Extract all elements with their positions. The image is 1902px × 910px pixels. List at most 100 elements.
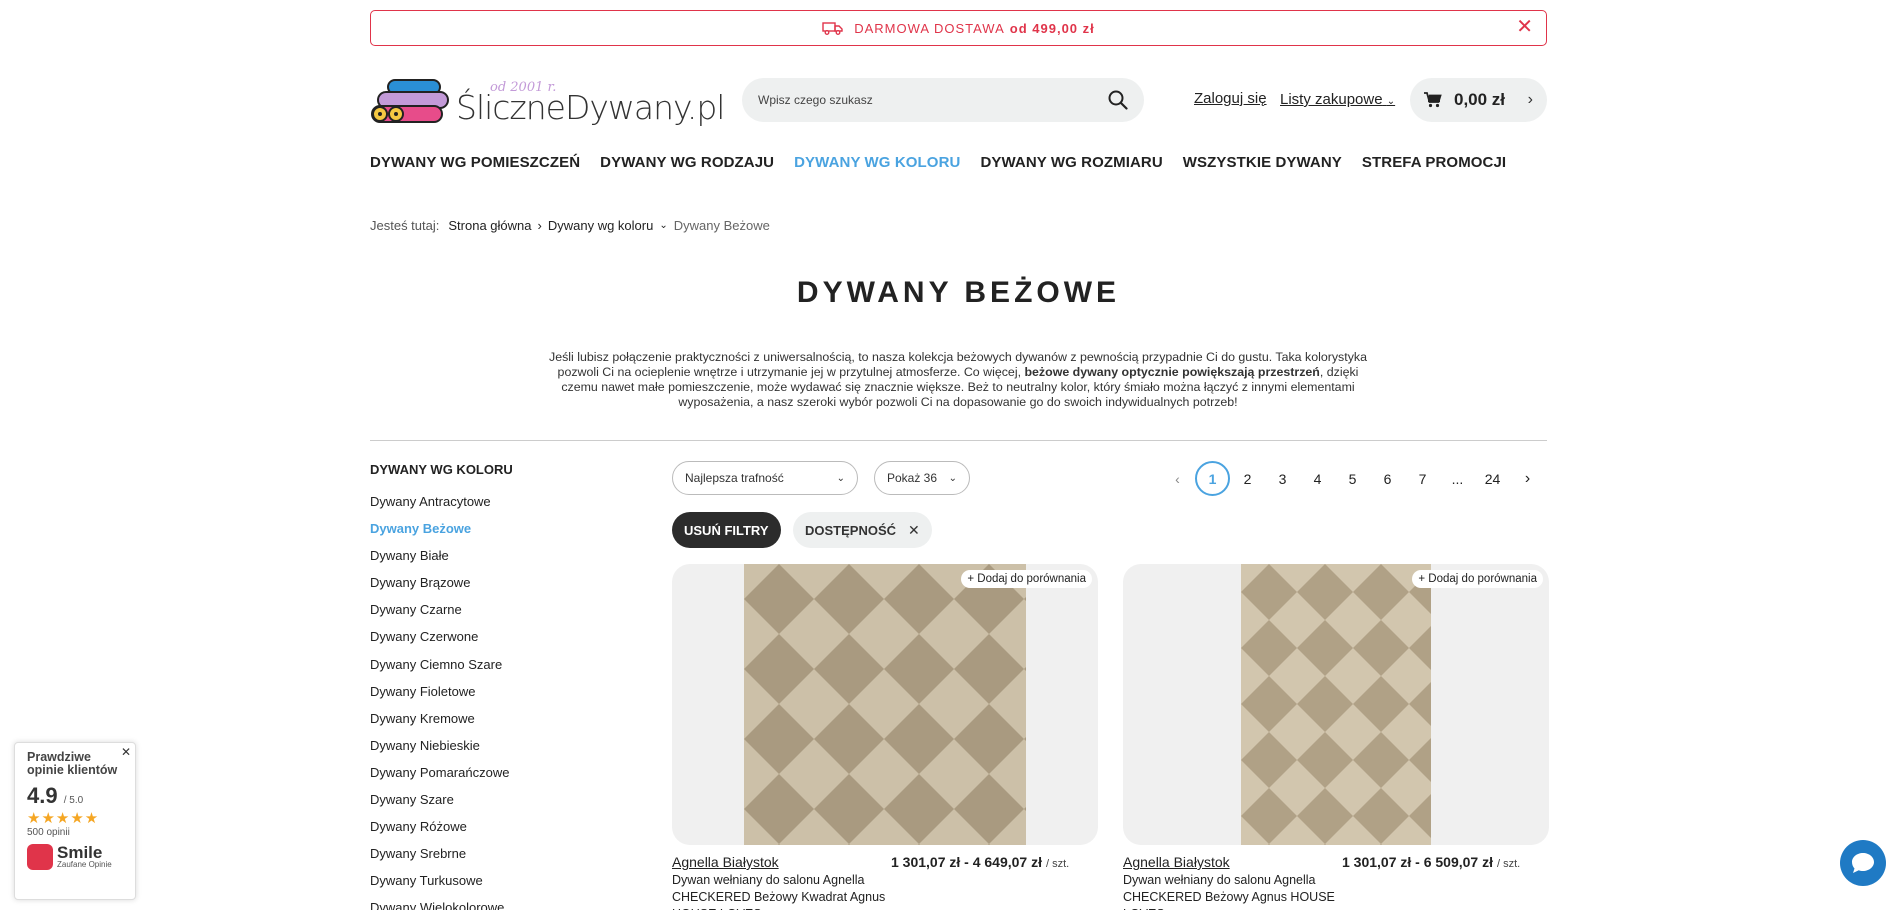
add-to-compare-button[interactable]: + Dodaj do porównania — [961, 570, 1092, 588]
prev-page-icon[interactable]: ‹ — [1160, 461, 1195, 496]
product-brand[interactable]: Agnella Białystok — [1123, 854, 1230, 870]
chat-button[interactable] — [1840, 840, 1886, 886]
nav-types[interactable]: DYWANY WG RODZAJU — [600, 154, 774, 171]
price-unit: / szt. — [1497, 858, 1521, 870]
sort-select[interactable]: Najlepsza trafność ⌄ — [672, 461, 858, 495]
chat-bubble-icon — [1852, 853, 1874, 873]
smile-badge-icon — [27, 844, 53, 870]
sidebar-item-beige[interactable]: Dywany Beżowe — [370, 521, 509, 548]
shopping-lists-label: Listy zakupowe — [1280, 91, 1383, 108]
page-24[interactable]: 24 — [1475, 461, 1510, 496]
smile-logo: Smile Zaufane Opinie — [27, 844, 123, 870]
nav-sizes[interactable]: DYWANY WG ROZMIARU — [980, 154, 1162, 171]
sidebar-item-grey[interactable]: Dywany Szare — [370, 792, 509, 819]
close-icon[interactable]: ✕ — [1516, 17, 1534, 37]
reviews-scale: / 5.0 — [63, 795, 84, 806]
chevron-right-icon: › — [1527, 91, 1533, 108]
page-6[interactable]: 6 — [1370, 461, 1405, 496]
price-value: 1 301,07 zł - 4 649,07 zł — [891, 854, 1042, 870]
nav-all[interactable]: WSZYSTKIE DYWANY — [1183, 154, 1342, 171]
sidebar-item-dark-grey[interactable]: Dywany Ciemno Szare — [370, 657, 509, 684]
description-bold: beżowe dywany optycznie powiększają prze… — [1024, 365, 1320, 379]
product-name[interactable]: Dywan wełniany do salonu Agnella CHECKER… — [1123, 872, 1338, 910]
breadcrumb-colors[interactable]: Dywany wg koloru — [548, 218, 654, 233]
sidebar-item-turquoise[interactable]: Dywany Turkusowe — [370, 873, 509, 900]
product-image[interactable]: + Dodaj do porównania — [1123, 564, 1549, 845]
logo-text: ŚliczneDywany.pl — [456, 88, 725, 127]
page-2[interactable]: 2 — [1230, 461, 1265, 496]
sidebar-item-anthracite[interactable]: Dywany Antracytowe — [370, 494, 509, 521]
page-5[interactable]: 5 — [1335, 461, 1370, 496]
sidebar-color-list: Dywany Antracytowe Dywany Beżowe Dywany … — [370, 494, 509, 910]
promo-threshold: od 499,00 zł — [1009, 20, 1095, 36]
sidebar-item-silver[interactable]: Dywany Srebrne — [370, 846, 509, 873]
star-rating-icon: ★★★★★ — [27, 810, 100, 827]
product-price: 1 301,07 zł - 6 509,07 zł / szt. — [1342, 854, 1520, 870]
reviews-heading: Prawdziwe opinie klientów — [27, 750, 118, 777]
sidebar-item-blue[interactable]: Dywany Niebieskie — [370, 738, 509, 765]
rug-image — [744, 564, 1026, 845]
search-icon[interactable] — [1108, 90, 1128, 110]
reviews-score-value: 4.9 — [27, 783, 58, 808]
page-4[interactable]: 4 — [1300, 461, 1335, 496]
nav-promotions[interactable]: STREFA PROMOCJI — [1362, 154, 1506, 171]
search-input[interactable] — [758, 93, 1108, 107]
chevron-down-icon[interactable]: ⌄ — [659, 220, 667, 231]
chevron-right-icon: › — [537, 218, 542, 233]
chevron-down-icon: ⌄ — [1386, 96, 1396, 107]
page-3[interactable]: 3 — [1265, 461, 1300, 496]
next-page-icon[interactable]: › — [1510, 461, 1545, 496]
product-price: 1 301,07 zł - 4 649,07 zł / szt. — [891, 854, 1069, 870]
product-brand[interactable]: Agnella Białystok — [672, 854, 779, 870]
category-description: Jeśli lubisz połączenie praktyczności z … — [548, 350, 1368, 410]
chevron-down-icon: ⌄ — [836, 472, 845, 484]
sidebar-item-cream[interactable]: Dywany Kremowe — [370, 711, 509, 738]
promo-text: DARMOWA DOSTAWA — [854, 20, 1005, 36]
truck-icon — [822, 22, 843, 35]
page-7[interactable]: 7 — [1405, 461, 1440, 496]
page-1[interactable]: 1 — [1195, 461, 1230, 496]
sidebar-item-orange[interactable]: Dywany Pomarańczowe — [370, 765, 509, 792]
sidebar-item-multicolor[interactable]: Dywany Wielokolorowe — [370, 900, 509, 910]
page-title: DYWANY BEŻOWE — [796, 276, 1121, 309]
sidebar-item-pink[interactable]: Dywany Różowe — [370, 819, 509, 846]
pagination: ‹ 1 2 3 4 5 6 7 ... 24 › — [1160, 461, 1545, 496]
login-link[interactable]: Zaloguj się — [1194, 90, 1267, 107]
nav-rooms[interactable]: DYWANY WG POMIESZCZEŃ — [370, 154, 580, 171]
main-nav: DYWANY WG POMIESZCZEŃ DYWANY WG RODZAJU … — [370, 154, 1506, 171]
sidebar-item-purple[interactable]: Dywany Fioletowe — [370, 684, 509, 711]
reviews-widget[interactable]: ✕ Prawdziwe opinie klientów 4.9 / 5.0 ★★… — [14, 742, 136, 900]
sidebar-item-brown[interactable]: Dywany Brązowe — [370, 575, 509, 602]
page-ellipsis: ... — [1451, 470, 1464, 487]
filter-chip-label: DOSTĘPNOŚĆ — [805, 522, 897, 538]
close-icon[interactable]: ✕ — [121, 745, 131, 759]
price-unit: / szt. — [1046, 858, 1070, 870]
promo-banner: DARMOWA DOSTAWA od 499,00 zł ✕ — [370, 10, 1547, 46]
logo-rolls-icon — [371, 79, 449, 123]
per-page-select[interactable]: Pokaż 36 ⌄ — [874, 461, 970, 495]
smile-brand-sub: Zaufane Opinie — [57, 860, 112, 869]
sort-value: Najlepsza trafność — [685, 471, 784, 485]
breadcrumb-home[interactable]: Strona główna — [448, 218, 531, 233]
nav-colors[interactable]: DYWANY WG KOLORU — [794, 154, 960, 171]
chevron-down-icon: ⌄ — [948, 472, 957, 484]
sidebar-item-black[interactable]: Dywany Czarne — [370, 602, 509, 629]
shopping-lists-dropdown[interactable]: Listy zakupowe ⌄ — [1280, 91, 1395, 108]
sidebar-item-red[interactable]: Dywany Czerwone — [370, 629, 509, 656]
filter-chip-availability[interactable]: DOSTĘPNOŚĆ ✕ — [793, 512, 932, 548]
sidebar-item-white[interactable]: Dywany Białe — [370, 548, 509, 575]
sidebar-title: DYWANY WG KOLORU — [370, 462, 513, 477]
reviews-count: 500 opinii — [27, 827, 70, 838]
clear-filters-button[interactable]: USUŃ FILTRY — [672, 512, 781, 548]
product-image[interactable]: + Dodaj do porównania — [672, 564, 1098, 845]
site-logo[interactable]: od 2001 r. ŚliczneDywany.pl — [370, 78, 725, 127]
rug-image — [1241, 564, 1431, 845]
add-to-compare-button[interactable]: + Dodaj do porównania — [1412, 570, 1543, 588]
breadcrumb-label: Jesteś tutaj: — [370, 218, 440, 233]
close-icon[interactable]: ✕ — [908, 522, 920, 539]
cart-button[interactable]: 0,00 zł › — [1410, 78, 1547, 122]
product-name[interactable]: Dywan wełniany do salonu Agnella CHECKER… — [672, 872, 887, 910]
breadcrumb: Jesteś tutaj: Strona główna › Dywany wg … — [370, 218, 770, 233]
cart-icon — [1424, 92, 1442, 108]
divider — [370, 440, 1547, 441]
